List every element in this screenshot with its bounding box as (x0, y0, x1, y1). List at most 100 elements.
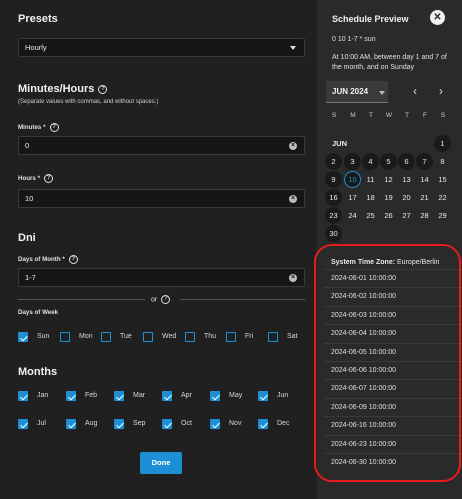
checkbox-box[interactable] (143, 332, 153, 342)
weekday-checkboxes: Sun Mon Tue Wed Thu Fri Sat (18, 332, 308, 344)
presets-select[interactable]: Hourly (18, 38, 305, 57)
calendar-day: 16 (325, 189, 342, 206)
days-of-month-value: 1-7 (25, 273, 36, 282)
calendar-day: 9 (325, 171, 342, 188)
next-month-icon[interactable]: › (439, 84, 443, 98)
checkbox-box[interactable] (101, 332, 111, 342)
minutes-hours-title: Minutes/Hours? (18, 83, 108, 95)
calendar-day: 2 (325, 153, 342, 170)
run-row: 2024-06-16 10:00:00 (324, 416, 462, 434)
help-icon[interactable]: ? (44, 174, 54, 183)
checkbox-box[interactable] (114, 391, 124, 401)
weekday-header: W (385, 112, 393, 119)
calendar-day: 5 (380, 153, 397, 170)
divider (18, 299, 145, 300)
run-row: 2024-06-04 10:00:00 (324, 324, 462, 342)
help-icon[interactable]: ? (68, 255, 78, 264)
run-datetime: 2024-06-09 10:00:00 (331, 403, 396, 411)
days-of-month-label: Days of Month *? (18, 255, 78, 264)
help-icon[interactable]: ? (98, 84, 108, 94)
checkbox-box[interactable] (18, 332, 28, 342)
chevron-down-icon (379, 91, 385, 95)
weekday-header: S (440, 112, 446, 119)
month-select[interactable]: JUN 2024 (326, 81, 388, 103)
hours-input[interactable]: 10 × (18, 189, 305, 208)
calendar-day: 30 (325, 225, 342, 242)
calendar-day: 19 (384, 193, 393, 202)
run-row: 2024-06-05 10:00:00 (324, 342, 462, 361)
checkbox-box[interactable] (185, 332, 195, 342)
done-button[interactable]: Done (140, 452, 182, 474)
calendar-day: 18 (366, 193, 375, 202)
run-datetime: 2024-06-04 10:00:00 (331, 330, 396, 338)
checkbox-box[interactable] (66, 419, 76, 429)
schedule-preview-panel: Schedule Preview ✕ 0 10 1-7 * sun At 10:… (317, 0, 462, 499)
checkbox-box[interactable] (18, 391, 28, 401)
run-row: 2024-06-01 10:00:00 (324, 269, 462, 287)
hours-value: 10 (25, 194, 34, 203)
run-row: 2024-06-02 10:00:00 (324, 287, 462, 305)
days-title: Dni (18, 232, 36, 244)
help-icon[interactable]: ? (49, 123, 59, 132)
hours-label: Hours *? (18, 174, 54, 183)
checkbox-box[interactable] (210, 419, 220, 429)
clear-icon[interactable]: × (289, 195, 297, 203)
minutes-value: 0 (25, 141, 30, 150)
calendar-day: 15 (438, 175, 447, 184)
checkbox-box[interactable] (162, 391, 172, 401)
run-row: 2024-06-07 10:00:00 (324, 379, 462, 397)
schedule-form-panel: Presets Hourly Minutes/Hours? (Separate … (0, 0, 317, 499)
help-icon[interactable]: ? (161, 295, 171, 304)
checkbox-box[interactable] (268, 332, 278, 342)
minutes-input[interactable]: 0 × (18, 136, 305, 155)
calendar-day: 27 (402, 211, 411, 220)
checkbox-box[interactable] (18, 419, 28, 429)
clear-icon[interactable]: × (289, 274, 297, 282)
calendar-day: 23 (325, 207, 342, 224)
checkbox-box[interactable] (258, 419, 268, 429)
close-icon[interactable]: ✕ (430, 10, 445, 25)
run-datetime: 2024-06-16 10:00:00 (331, 422, 396, 430)
checkbox-box[interactable] (60, 332, 70, 342)
weekday-header: T (405, 112, 409, 119)
run-datetime: 2024-06-23 10:00:00 (331, 440, 396, 448)
calendar-day: 1 (434, 135, 451, 152)
calendar-day: 25 (366, 211, 375, 220)
calendar-day: 8 (440, 157, 445, 166)
weekday-header: M (350, 112, 356, 119)
divider (180, 299, 305, 300)
checkbox-box[interactable] (258, 391, 268, 401)
run-row: 2024-06-03 10:00:00 (324, 305, 462, 324)
clear-icon[interactable]: × (289, 142, 297, 150)
run-row: 2024-06-23 10:00:00 (324, 434, 462, 453)
run-datetime: 2024-06-06 10:00:00 (331, 367, 396, 374)
calendar-day: 12 (384, 175, 393, 184)
minutes-label: Minutes *? (18, 123, 59, 132)
calendar-day: 6 (398, 153, 415, 170)
preview-title: Schedule Preview (332, 14, 409, 24)
calendar-day: 24 (348, 211, 357, 220)
calendar-day: 10 (344, 171, 361, 188)
checkbox-box[interactable] (226, 332, 236, 342)
month-select-value: JUN 2024 (332, 87, 369, 96)
previous-month-icon[interactable]: ‹ (413, 84, 417, 98)
chevron-down-icon (290, 46, 296, 50)
calendar-day: 13 (402, 175, 411, 184)
calendar-day: 7 (416, 153, 433, 170)
timezone-info: System Time Zone: Europe/Berlin (331, 259, 440, 266)
checkbox-box[interactable] (162, 419, 172, 429)
presets-value: Hourly (25, 43, 47, 52)
upcoming-runs-list: System Time Zone: Europe/Berlin 2024-06-… (324, 249, 462, 499)
run-datetime: 2024-06-03 10:00:00 (331, 311, 396, 319)
calendar-day: 14 (420, 175, 429, 184)
checkbox-box[interactable] (114, 419, 124, 429)
checkbox-box[interactable] (210, 391, 220, 401)
presets-title: Presets (18, 13, 58, 25)
calendar-day: 28 (420, 211, 429, 220)
calendar-day: 22 (438, 193, 447, 202)
days-of-month-input[interactable]: 1-7 × (18, 268, 305, 287)
run-datetime: 2024-06-02 10:00:00 (331, 293, 396, 301)
checkbox-box[interactable] (66, 391, 76, 401)
run-datetime: 2024-06-07 10:00:00 (331, 385, 396, 393)
month-checkboxes-row-1: Jan Feb Mar Apr May Jun (18, 391, 308, 403)
